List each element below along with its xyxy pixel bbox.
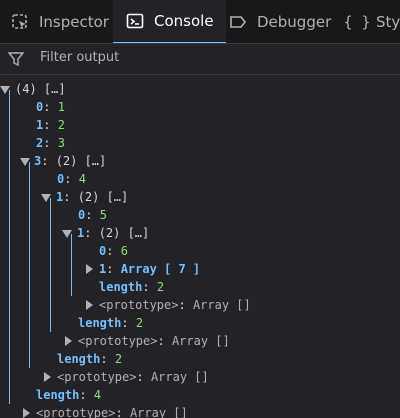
- tree-entry: 2: 3: [36, 136, 65, 150]
- tree-guide: [29, 162, 30, 368]
- expand-arrow-icon[interactable]: [0, 86, 10, 94]
- filter-input[interactable]: [40, 50, 380, 65]
- tab-label: Debugger: [257, 13, 332, 31]
- devtools-toolbar: Inspector Console Debugger { } Style: [0, 0, 400, 44]
- collapsed-arrow-icon[interactable]: [86, 264, 93, 274]
- tree-entry: 0: 6: [99, 244, 128, 258]
- tree-entry-length: length: 2: [57, 352, 123, 366]
- tree-guide: [50, 198, 51, 332]
- console-icon: [125, 11, 145, 31]
- tree-entry-length: length: 4: [36, 388, 102, 402]
- console-output: (4) […] 0: 1 1: 2 2: 3 3: (2) […] 0: 4 1…: [0, 78, 400, 418]
- tab-label: Console: [154, 12, 214, 30]
- tree-entry: 0: 4: [57, 172, 86, 186]
- tree-entry: 1: 2: [36, 118, 65, 132]
- tab-debugger[interactable]: Debugger: [228, 0, 332, 43]
- expand-arrow-icon[interactable]: [20, 158, 30, 166]
- tree-guide: [71, 234, 72, 296]
- tree-entry: 0: 1: [36, 100, 65, 114]
- tab-inspector[interactable]: Inspector: [10, 0, 109, 43]
- collapsed-arrow-icon[interactable]: [86, 300, 93, 310]
- tree-guide: [9, 90, 10, 404]
- collapsed-arrow-icon[interactable]: [44, 372, 51, 382]
- tab-style-editor[interactable]: { } Style: [343, 0, 400, 43]
- filter-bar: [0, 45, 400, 75]
- expand-arrow-icon[interactable]: [62, 230, 72, 238]
- collapsed-arrow-icon[interactable]: [23, 408, 30, 418]
- expand-arrow-icon[interactable]: [41, 194, 51, 202]
- tree-entry-length: length: 2: [99, 280, 165, 294]
- debugger-icon: [228, 12, 248, 32]
- tab-console[interactable]: Console: [113, 0, 226, 43]
- inspector-icon: [10, 12, 30, 32]
- collapsed-arrow-icon[interactable]: [65, 336, 72, 346]
- tab-label: Inspector: [39, 13, 109, 31]
- tree-entry-length: length: 2: [78, 316, 144, 330]
- tab-label: Style: [376, 13, 400, 31]
- tree-entry: 0: 5: [78, 208, 107, 222]
- filter-icon: [7, 51, 25, 67]
- style-editor-icon: { }: [343, 13, 371, 31]
